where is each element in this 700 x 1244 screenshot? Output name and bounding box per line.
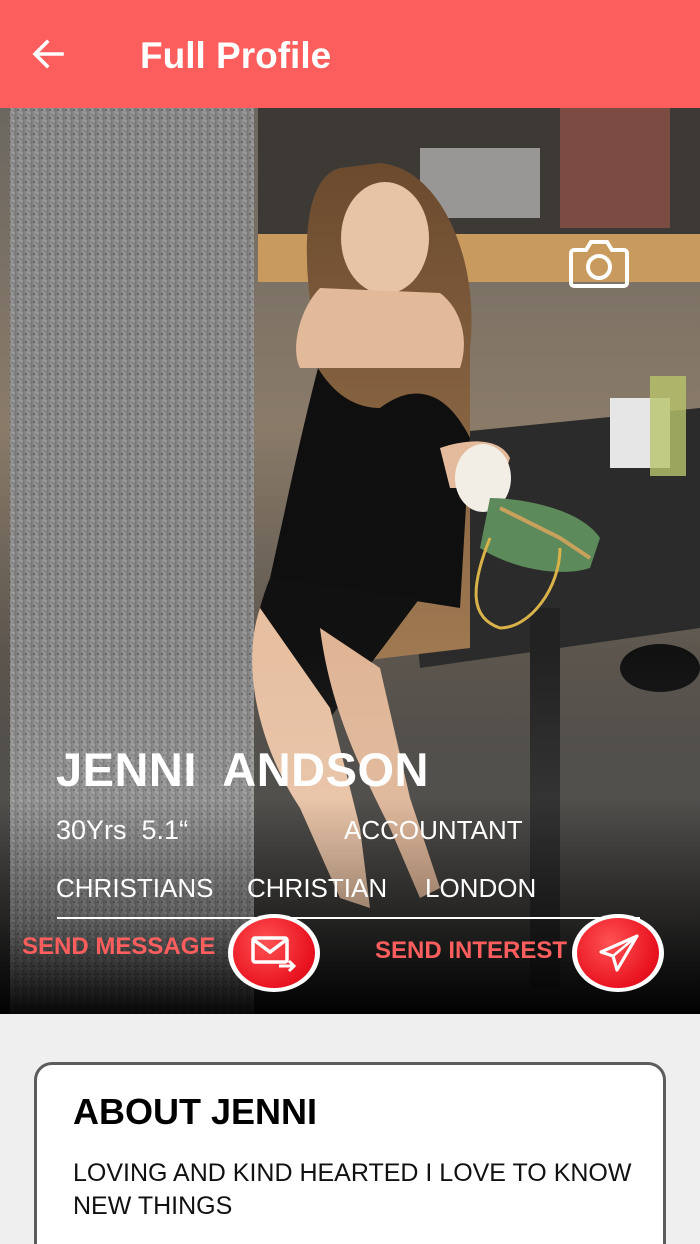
divider (57, 917, 640, 919)
mail-forward-icon (251, 936, 297, 973)
back-button[interactable] (24, 30, 72, 78)
profile-age-height: 30Yrs 5.1“ (56, 815, 189, 845)
page-title: Full Profile (140, 35, 332, 76)
profile-name: JENNI ANDSON (56, 743, 429, 796)
about-card: ABOUT JENNI LOVING AND KIND HEARTED I LO… (34, 1062, 666, 1244)
profile-photo: JENNI ANDSON 30Yrs 5.1“ ACCOUNTANT CHRIS… (0, 108, 700, 1014)
profile-tag-religion: CHRISTIAN (247, 873, 388, 903)
arrow-left-icon (32, 39, 64, 69)
app-bar: Full Profile (0, 0, 700, 108)
camera-button[interactable] (566, 234, 632, 294)
send-interest-label[interactable]: SEND INTEREST (375, 936, 567, 966)
profile-tag-denomination: CHRISTIANS (56, 873, 214, 903)
send-message-button[interactable] (228, 914, 320, 992)
paper-plane-icon (599, 934, 639, 972)
about-text: LOVING AND KIND HEARTED I LOVE TO KNOW N… (73, 1159, 632, 1220)
send-message-label[interactable]: SEND MESSAGE (22, 932, 215, 962)
profile-profession: ACCOUNTANT (344, 815, 523, 845)
camera-icon (569, 240, 629, 288)
about-title: ABOUT JENNI (73, 1091, 318, 1132)
send-interest-button[interactable] (572, 914, 664, 992)
profile-tag-location: LONDON (425, 873, 537, 903)
